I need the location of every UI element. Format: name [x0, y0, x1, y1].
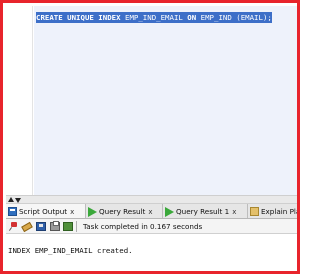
tab-label: Script Output: [19, 207, 68, 216]
tab-explain-plan[interactable]: Explain Pla: [248, 204, 300, 218]
script-output-icon: [8, 207, 17, 216]
current-line-highlight: [34, 6, 297, 195]
output-toolbar: Task completed in 0.167 seconds: [6, 219, 297, 234]
sql-index-name: EMP_IND_EMAIL: [120, 12, 188, 23]
play-icon: [88, 206, 97, 217]
collapse-down-icon[interactable]: [15, 198, 21, 203]
tab-query-result[interactable]: Query Result x: [86, 204, 163, 218]
tab-close-icon[interactable]: x: [70, 208, 74, 216]
output-message: INDEX EMP_IND_EMAIL created.: [8, 246, 133, 255]
results-tab-bar: Script Output x Query Result x Query Res…: [6, 204, 300, 219]
play-icon: [165, 206, 174, 217]
sql-table-and-column: EMP_IND (EMAIL);: [196, 12, 272, 23]
tab-script-output[interactable]: Script Output x: [6, 204, 86, 218]
tab-label: Explain Pla: [261, 207, 300, 216]
sql-developer-window: CREATE UNIQUE INDEX EMP_IND_EMAIL ON EMP…: [0, 0, 300, 274]
sql-statement-line[interactable]: CREATE UNIQUE INDEX EMP_IND_EMAIL ON EMP…: [36, 11, 272, 24]
print-icon[interactable]: [50, 221, 60, 231]
line-number-gutter: [6, 6, 33, 195]
pin-icon[interactable]: [9, 222, 19, 231]
script-output-area[interactable]: INDEX EMP_IND_EMAIL created.: [6, 234, 297, 271]
expand-up-icon[interactable]: [8, 197, 14, 202]
tab-label: Query Result: [99, 207, 146, 216]
task-status-text: Task completed in 0.167 seconds: [83, 222, 203, 231]
eraser-icon[interactable]: [21, 221, 33, 233]
sql-keyword-create-unique-index: CREATE UNIQUE INDEX: [36, 12, 121, 23]
tab-close-icon[interactable]: x: [232, 208, 236, 216]
toolbar-divider: [76, 221, 77, 232]
explain-plan-icon: [250, 207, 259, 216]
clear-icon[interactable]: [63, 222, 73, 231]
tab-label: Query Result 1: [176, 207, 230, 216]
sql-editor[interactable]: CREATE UNIQUE INDEX EMP_IND_EMAIL ON EMP…: [6, 6, 297, 195]
panel-splitter[interactable]: [6, 195, 297, 204]
tab-close-icon[interactable]: x: [148, 208, 152, 216]
sql-keyword-on: ON: [187, 12, 197, 23]
save-icon[interactable]: [36, 222, 46, 231]
tab-query-result-1[interactable]: Query Result 1 x: [163, 204, 248, 218]
